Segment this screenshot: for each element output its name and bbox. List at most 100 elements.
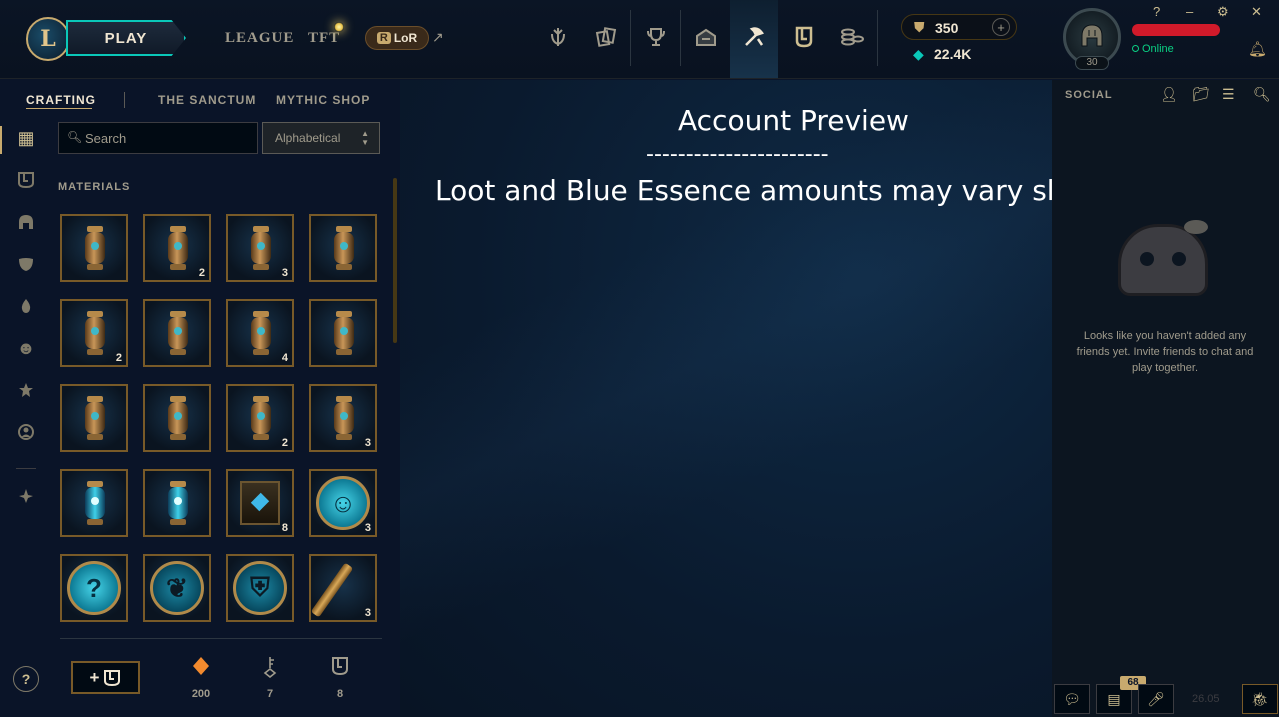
search-input[interactable] [85, 127, 253, 149]
empty-friends-message: Looks like you haven't added any friends… [1076, 330, 1254, 374]
loot-item-orb-mystery[interactable]: ? [60, 554, 128, 622]
craft-chest-button[interactable]: + [71, 661, 140, 694]
loot-item-chest[interactable]: 8 [226, 469, 294, 537]
loot-item-shard[interactable]: 3 [309, 384, 377, 452]
profile-icon-category-icon[interactable] [14, 420, 38, 444]
orange-essence-value: 200 [191, 688, 211, 700]
loot-item-orb-emote[interactable]: ☺ 3 [309, 469, 377, 537]
list-view-icon[interactable]: ☰ [1222, 86, 1235, 103]
champion-shard-icon [334, 226, 354, 270]
minimize-button[interactable]: – [1186, 4, 1193, 19]
mythic-chest-value: 8 [336, 688, 344, 700]
overlay-subtitle: Loot and Blue Essence amounts may vary s… [435, 174, 1134, 207]
tab-mythic-shop[interactable]: MYTHIC SHOP [276, 93, 370, 107]
item-count: 8 [281, 522, 288, 534]
profile-trophy-icon[interactable] [641, 22, 671, 52]
add-rp-button[interactable]: + [992, 18, 1010, 36]
riot-points-icon: ⛊ [914, 19, 925, 35]
emote-category-icon[interactable]: ☻ [14, 336, 38, 360]
rail-active-indicator [0, 126, 2, 154]
loot-item-shard[interactable] [143, 384, 211, 452]
social-title: SOCIAL [1065, 89, 1113, 101]
collection-sanctum-icon[interactable] [789, 22, 819, 52]
loot-item-shard[interactable] [309, 214, 377, 282]
loot-item-shard[interactable]: 4 [226, 299, 294, 367]
poro-illustration-icon [1114, 216, 1214, 306]
all-categories-icon[interactable]: ▦ [14, 126, 38, 150]
icon-category-icon[interactable] [14, 378, 38, 402]
loot-item-orb-champion[interactable]: ⛨ [226, 554, 294, 622]
loot-item-shard[interactable] [143, 299, 211, 367]
loot-scrollbar[interactable] [393, 178, 397, 343]
skin-category-icon[interactable] [14, 252, 38, 276]
loot-item-shard-blue[interactable] [60, 469, 128, 537]
mythic-chest-icon [320, 656, 360, 680]
version-label: 26.05 [1192, 693, 1220, 705]
collection-icon[interactable] [591, 22, 621, 52]
search-icon: 🔍︎ [67, 130, 83, 144]
loot-item-shard[interactable] [60, 384, 128, 452]
orb-ward-icon: ❦ [150, 561, 204, 615]
close-button[interactable]: ✕ [1251, 4, 1262, 20]
chat-button[interactable]: 💬︎ [1054, 684, 1090, 714]
nav-divider [680, 10, 681, 66]
loot-item-orb-ward[interactable]: ❦ [143, 554, 211, 622]
notifications-bell-icon[interactable]: 🔔︎ [1248, 40, 1267, 58]
orange-essence-icon [181, 656, 221, 680]
loot-item-shard[interactable]: 2 [143, 214, 211, 282]
help-window-button[interactable]: ? [1153, 4, 1160, 19]
ward-category-icon[interactable] [14, 294, 38, 318]
voice-button[interactable]: 🎤︎ [1138, 684, 1174, 714]
nav-league[interactable]: LEAGUE [225, 30, 294, 47]
tab-the-sanctum[interactable]: THE SANCTUM [158, 93, 256, 107]
clash-icon[interactable] [691, 22, 721, 52]
loot-item-key[interactable]: 3 [309, 554, 377, 622]
tft-category-icon[interactable] [14, 484, 38, 508]
loot-grid: 2 3 2 4 2 3 8 ☺ 3? ❦ ⛨ 3 [58, 214, 380, 624]
lor-label: LoR [393, 31, 418, 45]
loot-category-rail: ▦ ☻ [0, 120, 50, 717]
loot-item-shard[interactable] [309, 299, 377, 367]
overlay-title: Account Preview [678, 104, 909, 137]
lor-button[interactable]: R LoR [365, 26, 429, 50]
add-friend-icon[interactable]: 👤︎ [1160, 86, 1178, 103]
champion-shard-icon [85, 396, 105, 440]
status-indicator[interactable]: Online [1132, 43, 1174, 55]
league-logo-icon: L [26, 17, 70, 61]
store-icon[interactable] [837, 22, 867, 52]
item-count: 3 [281, 267, 288, 279]
item-count: 3 [364, 437, 371, 449]
play-button[interactable]: PLAY [66, 20, 186, 56]
loot-item-shard-blue[interactable] [143, 469, 211, 537]
nav-tft[interactable]: TFT [308, 30, 340, 47]
loot-icon[interactable] [739, 22, 769, 52]
tab-crafting[interactable]: CRAFTING [26, 93, 96, 107]
champion-category-icon[interactable] [14, 210, 38, 234]
item-count: 2 [198, 267, 205, 279]
loot-item-shard[interactable]: 3 [226, 214, 294, 282]
social-search-icon[interactable]: 🔍︎ [1253, 86, 1271, 103]
hextech-key-icon [310, 562, 354, 618]
sort-dropdown[interactable]: Alphabetical ▲ ▼ [262, 122, 380, 154]
notification-glow-icon [334, 22, 344, 32]
champion-shard-icon [85, 481, 105, 525]
social-panel: SOCIAL 👤︎ 📁︎ ☰ 🔍︎ Looks like you haven't… [1052, 80, 1279, 717]
champion-shard-icon [251, 396, 271, 440]
loot-item-shard[interactable]: 2 [226, 384, 294, 452]
hextech-chest-icon [240, 481, 280, 525]
settings-button[interactable]: ⚙ [1217, 4, 1229, 20]
item-count: 4 [281, 352, 288, 364]
add-folder-icon[interactable]: 📁︎ [1192, 86, 1210, 103]
loot-item-shard[interactable]: 2 [60, 299, 128, 367]
bug-report-button[interactable]: 🐞︎ [1242, 684, 1278, 714]
section-title-materials: MATERIALS [58, 181, 131, 193]
tab-divider [124, 92, 125, 108]
champion-shard-icon [334, 396, 354, 440]
orb-mystery-icon: ? [67, 561, 121, 615]
status-dot-icon [1132, 45, 1139, 52]
help-button[interactable]: ? [13, 666, 39, 692]
home-icon[interactable] [543, 22, 573, 52]
chest-category-icon[interactable] [14, 168, 38, 192]
loot-item-shard[interactable] [60, 214, 128, 282]
be-value: 22.4K [934, 46, 972, 62]
